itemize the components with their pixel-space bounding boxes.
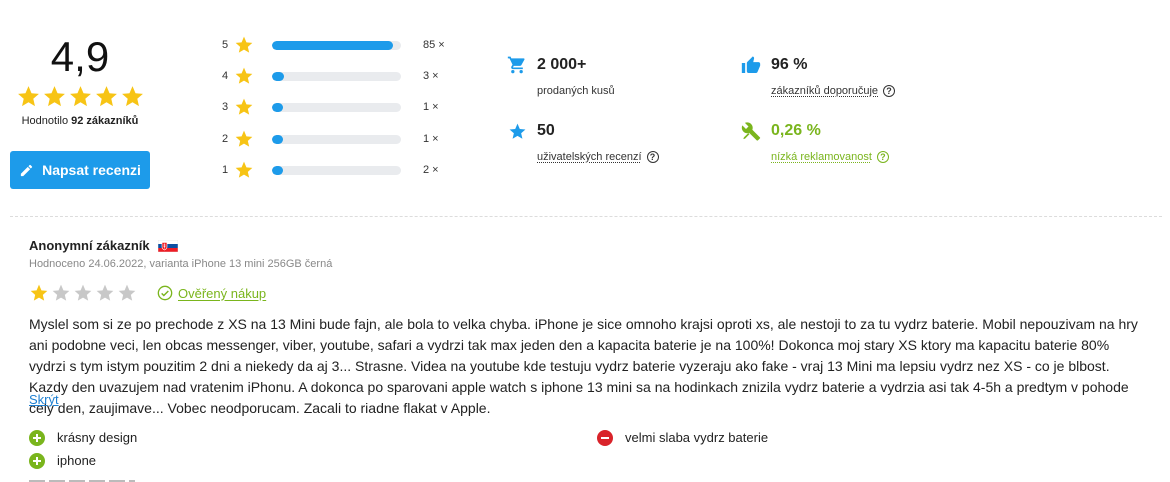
star-filled-icon bbox=[95, 86, 117, 107]
complaint-rate: 0,26 % bbox=[771, 122, 821, 139]
star-empty-icon bbox=[118, 284, 136, 301]
histogram-stars: 4 bbox=[222, 70, 229, 82]
recommend-label-text: zákazníků doporučuje bbox=[771, 85, 879, 97]
histogram-count: 85 × bbox=[423, 39, 445, 51]
author-name: Anonymní zákazník bbox=[29, 238, 150, 253]
review-meta: Hodnoceno 24.06.2022, varianta iPhone 13… bbox=[29, 258, 333, 270]
rating-count-caption: Hodnotilo 92 zákazníků bbox=[10, 115, 150, 127]
histogram-fill bbox=[272, 102, 283, 112]
help-icon[interactable]: ? bbox=[646, 151, 659, 163]
divider bbox=[10, 216, 1162, 217]
histogram-bar bbox=[272, 71, 401, 81]
rating-count-prefix: Hodnotilo bbox=[21, 115, 69, 127]
star-filled-icon bbox=[30, 284, 48, 301]
sold-count: 2 000+ bbox=[537, 56, 587, 73]
review-stars bbox=[29, 283, 137, 303]
complaints-label-text: nízká reklamovanost bbox=[771, 151, 872, 163]
star-icon bbox=[235, 98, 253, 115]
tools-icon bbox=[741, 121, 761, 141]
histogram-row-5[interactable]: 5 85 × bbox=[222, 35, 445, 55]
review-rating: Ověřený nákup bbox=[29, 283, 266, 303]
review-count: 50 bbox=[537, 122, 555, 139]
star-filled-icon bbox=[17, 86, 39, 107]
reviews-label[interactable]: uživatelských recenzí ? bbox=[537, 151, 659, 163]
star-icon bbox=[235, 130, 253, 147]
minus-circle-icon bbox=[597, 429, 613, 446]
histogram-count: 1 × bbox=[423, 133, 439, 145]
histogram-bar bbox=[272, 102, 401, 112]
help-icon[interactable]: ? bbox=[883, 85, 896, 97]
star-filled-icon bbox=[43, 86, 65, 107]
histogram-fill bbox=[272, 40, 394, 50]
pencil-icon bbox=[20, 164, 33, 176]
slovakia-flag-icon bbox=[157, 239, 178, 252]
verified-label: Ověřený nákup bbox=[178, 285, 267, 301]
stat-reviews: 50 uživatelských recenzí ? bbox=[507, 121, 659, 163]
star-empty-icon bbox=[74, 284, 92, 301]
pro-text: iphone bbox=[57, 453, 97, 468]
plus-circle-icon bbox=[29, 452, 45, 469]
sold-label: prodaných kusů bbox=[537, 85, 615, 97]
average-stars bbox=[10, 84, 150, 109]
star-filled-icon bbox=[69, 86, 91, 107]
rating-count: 92 zákazníků bbox=[71, 115, 139, 127]
histogram-fill bbox=[272, 71, 284, 81]
pro-item: krásny design bbox=[29, 426, 137, 449]
stat-recommend: 96 % zákazníků doporučuje ? bbox=[741, 55, 896, 97]
histogram-bar bbox=[272, 165, 401, 175]
histogram-bar bbox=[272, 134, 401, 144]
cart-icon bbox=[507, 55, 527, 75]
write-review-label: Napsat recenzi bbox=[42, 162, 141, 178]
histogram-bar bbox=[272, 40, 401, 50]
pro-item: iphone bbox=[29, 449, 137, 472]
thumbs-up-icon bbox=[741, 55, 761, 75]
histogram-row-2[interactable]: 2 1 × bbox=[222, 129, 439, 149]
histogram-row-1[interactable]: 1 2 × bbox=[222, 160, 439, 180]
rating-summary: 4,9 Hodnotilo 92 zákazníků bbox=[10, 32, 150, 127]
histogram-row-3[interactable]: 3 1 × bbox=[222, 97, 439, 117]
histogram-stars: 1 bbox=[222, 164, 229, 176]
verified-purchase[interactable]: Ověřený nákup bbox=[157, 285, 266, 301]
review-text: Myslel som si ze po prechode z XS na 13 … bbox=[29, 316, 1138, 416]
con-text: velmi slaba vydrz baterie bbox=[625, 430, 769, 445]
star-empty-icon bbox=[52, 284, 70, 301]
check-circle-icon bbox=[157, 285, 173, 301]
histogram-count: 3 × bbox=[423, 70, 439, 82]
average-score: 4,9 bbox=[50, 33, 110, 80]
histogram-stars: 5 bbox=[222, 39, 229, 51]
stat-sold: 2 000+ prodaných kusů bbox=[507, 55, 615, 97]
complaints-label[interactable]: nízká reklamovanost ? bbox=[771, 151, 889, 163]
recommend-percent: 96 % bbox=[771, 56, 808, 73]
review-author: Anonymní zákazník bbox=[29, 238, 178, 253]
next-review-edge bbox=[29, 478, 135, 482]
reviews-label-text: uživatelských recenzí bbox=[537, 151, 642, 163]
histogram-stars: 3 bbox=[222, 101, 229, 113]
star-icon bbox=[235, 161, 253, 178]
write-review-button[interactable]: Napsat recenzi bbox=[10, 151, 150, 189]
stat-complaints: 0,26 % nízká reklamovanost ? bbox=[741, 121, 889, 163]
con-item: velmi slaba vydrz baterie bbox=[597, 426, 768, 449]
histogram-fill bbox=[272, 134, 283, 144]
histogram-row-4[interactable]: 4 3 × bbox=[222, 66, 439, 86]
star-empty-icon bbox=[96, 284, 114, 301]
star-icon bbox=[235, 36, 253, 53]
star-icon bbox=[507, 121, 527, 141]
histogram-count: 2 × bbox=[423, 164, 439, 176]
pros-list: krásny design iphone bbox=[29, 426, 137, 472]
recommend-label[interactable]: zákazníků doporučuje ? bbox=[771, 85, 896, 97]
histogram-fill bbox=[272, 165, 283, 175]
sold-label-text: prodaných kusů bbox=[537, 85, 615, 97]
pro-text: krásny design bbox=[57, 430, 138, 445]
histogram-count: 1 × bbox=[423, 101, 439, 113]
plus-circle-icon bbox=[29, 429, 45, 446]
help-icon[interactable]: ? bbox=[876, 151, 889, 163]
star-icon bbox=[235, 67, 253, 84]
cons-list: velmi slaba vydrz baterie bbox=[597, 426, 768, 449]
collapse-link[interactable]: Skrýt bbox=[29, 392, 59, 407]
histogram-stars: 2 bbox=[222, 133, 229, 145]
star-filled-icon bbox=[121, 86, 143, 107]
